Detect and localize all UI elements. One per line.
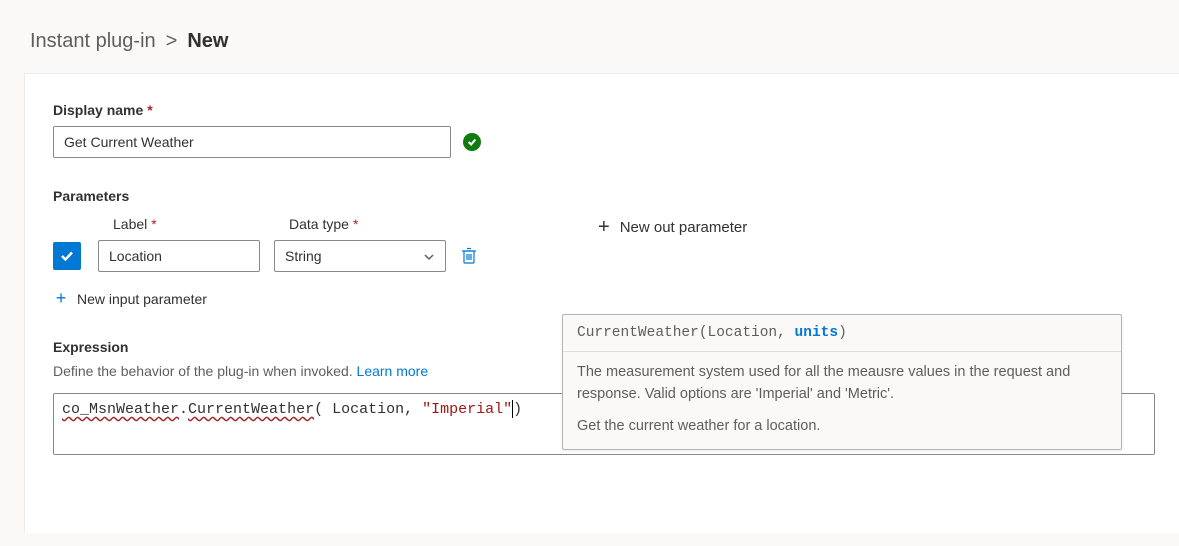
param-datatype-select[interactable]: String <box>274 240 446 272</box>
parameters-heading: Parameters <box>53 188 1151 204</box>
param-label-header: Label* <box>113 216 289 232</box>
param-row: String <box>53 240 478 272</box>
new-out-parameter-button[interactable]: + New out parameter <box>598 216 747 239</box>
tooltip-signature: CurrentWeather(Location, units) <box>563 315 1121 352</box>
valid-check-icon <box>463 133 481 151</box>
param-datatype-header: Data type* <box>289 216 465 232</box>
breadcrumb-separator: > <box>166 30 178 53</box>
plus-icon: + <box>53 288 69 309</box>
param-checkbox[interactable] <box>53 242 81 270</box>
display-name-input[interactable] <box>53 126 451 158</box>
delete-param-button[interactable] <box>460 247 478 265</box>
breadcrumb: Instant plug-in > New <box>0 0 1179 73</box>
tooltip-description-2: Get the current weather for a location. <box>577 416 1107 438</box>
display-name-label: Display name* <box>53 102 1151 118</box>
param-datatype-value: String <box>285 248 322 264</box>
learn-more-link[interactable]: Learn more <box>357 363 429 379</box>
plus-icon: + <box>598 216 610 239</box>
param-label-input[interactable] <box>98 240 260 272</box>
chevron-down-icon <box>423 250 435 262</box>
form-panel: Display name* Parameters Label* Data typ… <box>24 73 1179 533</box>
breadcrumb-parent[interactable]: Instant plug-in <box>30 30 156 53</box>
new-input-parameter-button[interactable]: + New input parameter <box>53 288 478 309</box>
intellisense-tooltip: CurrentWeather(Location, units) The meas… <box>562 314 1122 450</box>
breadcrumb-current: New <box>187 30 228 53</box>
tooltip-description-1: The measurement system used for all the … <box>577 362 1107 406</box>
